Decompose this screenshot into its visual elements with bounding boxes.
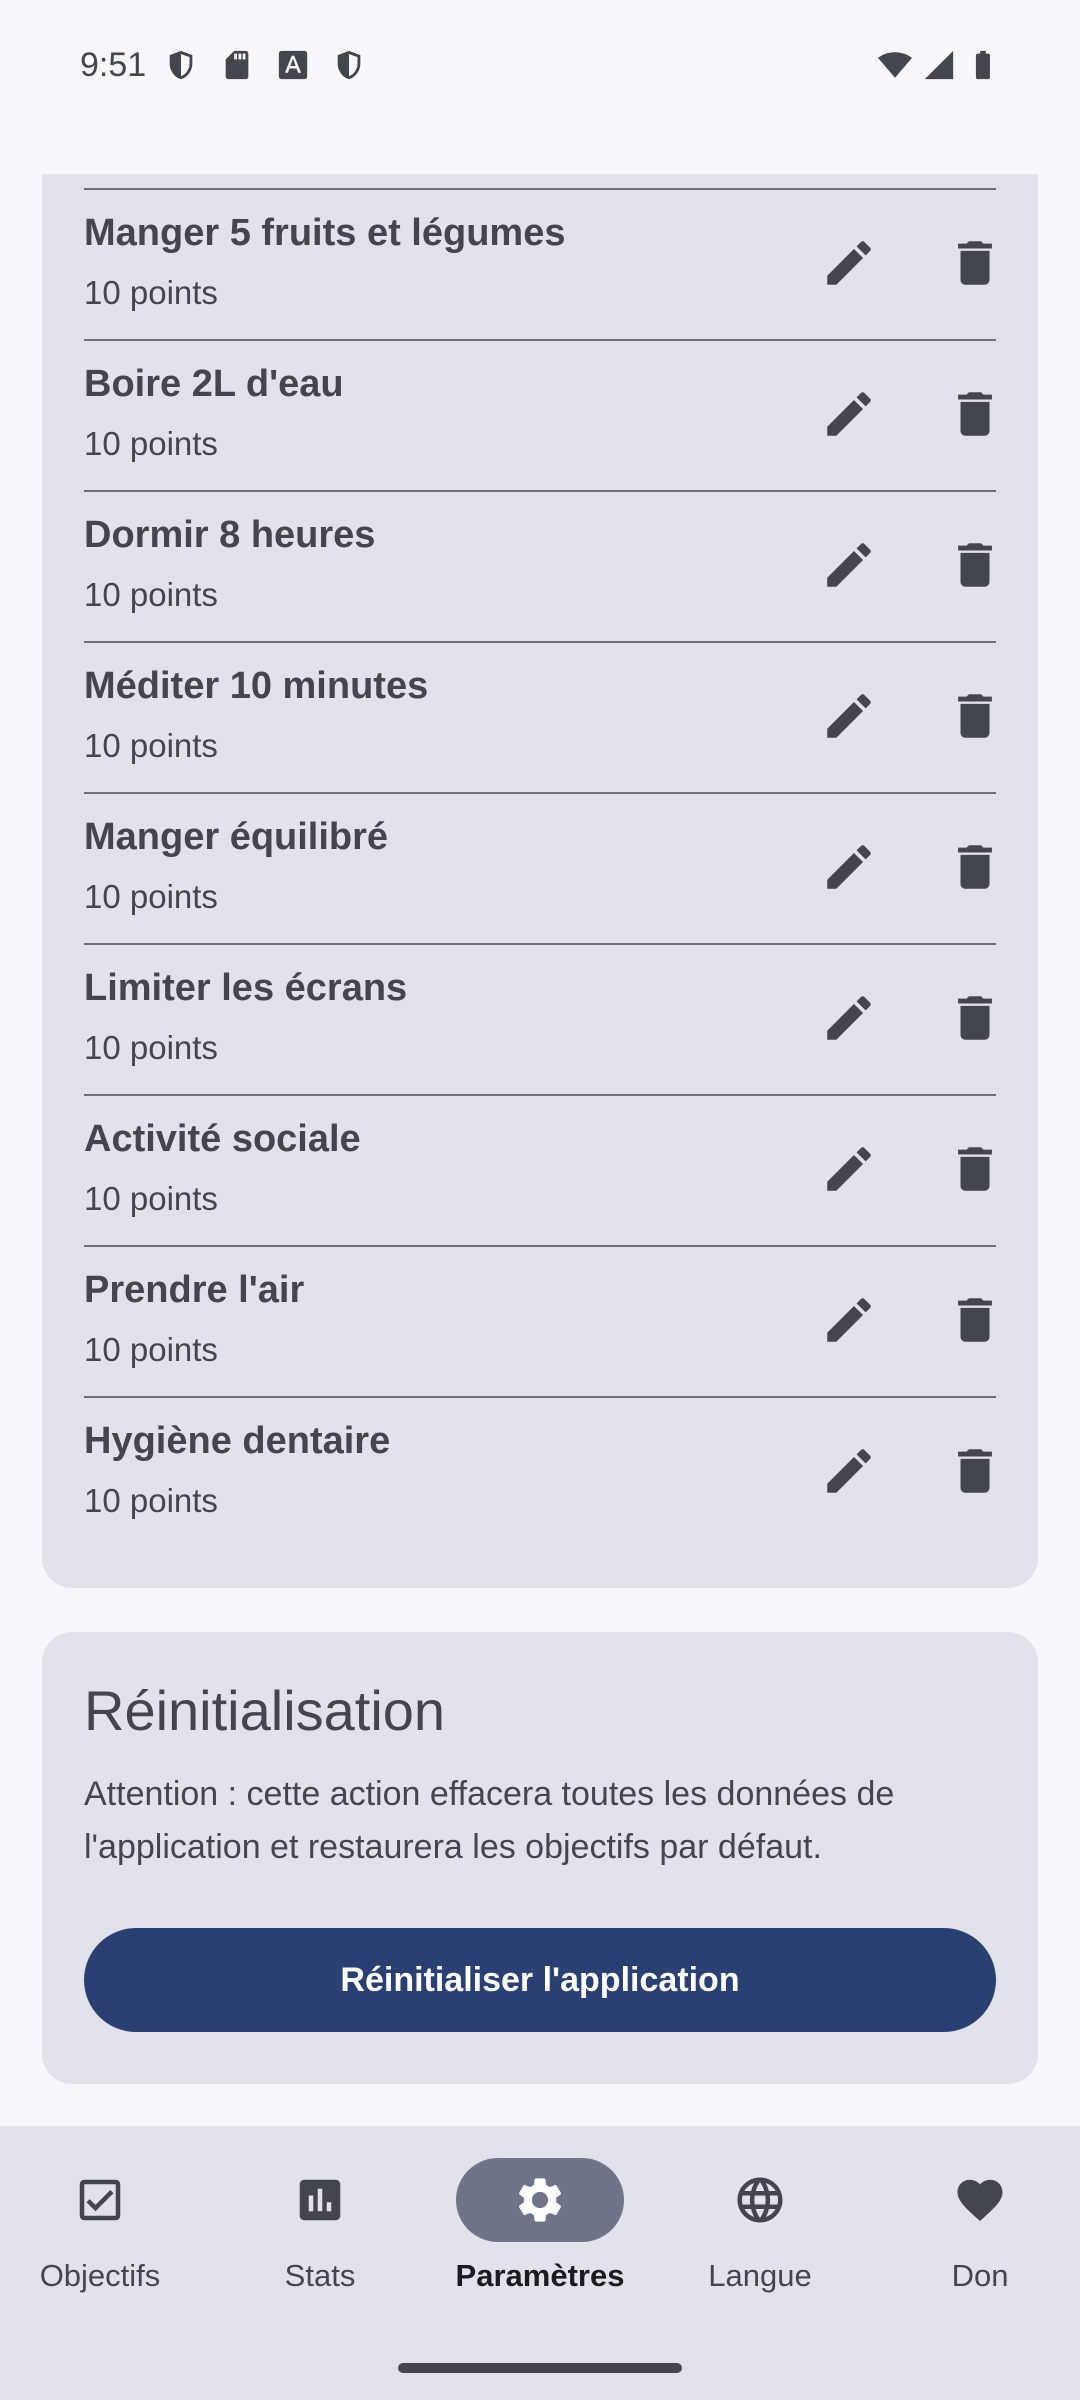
edit-goal-button[interactable] [814,834,884,904]
goal-row: Hygiène dentaire 10 points [84,1396,996,1547]
goal-row: Prendre l'air 10 points [84,1245,996,1396]
goal-row: Limiter les écrans 10 points [84,943,996,1094]
nav-item-don[interactable]: Don [880,2158,1080,2318]
pencil-icon [820,687,878,750]
goal-row: Manger 5 fruits et légumes 10 points [84,188,996,339]
delete-goal-button[interactable] [940,1438,1010,1508]
nav-item-stats[interactable]: Stats [220,2158,420,2318]
battery-icon [966,48,1000,82]
nav-item-objectifs[interactable]: Objectifs [0,2158,200,2318]
trash-icon [946,989,1004,1052]
goal-row: Manger équilibré 10 points [84,792,996,943]
edit-goal-button[interactable] [814,1136,884,1206]
pencil-icon [820,536,878,599]
reset-app-button[interactable]: Réinitialiser l'application [84,1928,996,2032]
trash-icon [946,687,1004,750]
goal-points: 10 points [84,1180,218,1217]
edit-goal-button[interactable] [814,1438,884,1508]
pencil-icon [820,989,878,1052]
trash-icon [946,1442,1004,1505]
nav-label: Stats [284,2258,356,2293]
goal-title: Hygiène dentaire [84,1420,391,1462]
status-icons-right [878,48,1000,82]
goal-points: 10 points [84,425,218,462]
reset-title: Réinitialisation [84,1679,446,1742]
shield-icon [164,48,198,82]
goal-points: 10 points [84,1331,218,1368]
goal-points: 10 points [84,1482,218,1519]
goal-title: Dormir 8 heures [84,514,376,556]
pencil-icon [820,1442,878,1505]
status-icons-left [164,48,366,82]
goal-points: 10 points [84,878,218,915]
goals-card: Manger 5 fruits et légumes 10 points Boire… [42,174,1038,1588]
delete-goal-button[interactable] [940,230,1010,300]
goal-points: 10 points [84,576,218,613]
trash-icon [946,1140,1004,1203]
goal-row: Boire 2L d'eau 10 points [84,339,996,490]
edit-goal-button[interactable] [814,1287,884,1357]
sd-card-icon [220,48,254,82]
edit-goal-button[interactable] [814,532,884,602]
goal-title: Prendre l'air [84,1269,305,1311]
trash-icon [946,536,1004,599]
check-box-icon [16,2158,184,2242]
delete-goal-button[interactable] [940,532,1010,602]
edit-goal-button[interactable] [814,985,884,1055]
nav-label: Paramètres [455,2258,625,2293]
edit-goal-button[interactable] [814,381,884,451]
goal-points: 10 points [84,274,218,311]
goal-row: Activité sociale 10 points [84,1094,996,1245]
edit-goal-button[interactable] [814,683,884,753]
pencil-icon [820,1291,878,1354]
goal-title: Manger équilibré [84,816,389,858]
delete-goal-button[interactable] [940,985,1010,1055]
trash-icon [946,234,1004,297]
pencil-icon [820,234,878,297]
globe-icon [676,2158,844,2242]
nav-item-parametres[interactable]: Paramètres [440,2158,640,2318]
delete-goal-button[interactable] [940,1136,1010,1206]
goal-title: Manger 5 fruits et légumes [84,212,566,254]
trash-icon [946,385,1004,448]
goal-title: Méditer 10 minutes [84,665,429,707]
gesture-bar[interactable] [398,2363,682,2373]
wifi-icon [878,48,912,82]
reset-card: Réinitialisation Attention : cette actio… [42,1632,1038,2084]
goal-points: 10 points [84,1029,218,1066]
pencil-icon [820,838,878,901]
reset-description: Attention : cette action effacera toutes… [84,1775,895,1866]
status-time: 9:51 [80,45,147,84]
signal-icon [922,48,956,82]
goal-row: Dormir 8 heures 10 points [84,490,996,641]
edit-goal-button[interactable] [814,230,884,300]
gear-icon [456,2158,624,2242]
goal-title: Activité sociale [84,1118,361,1160]
font-download-icon [276,48,310,82]
shield-icon [332,48,366,82]
goal-title: Limiter les écrans [84,967,408,1009]
nav-label: Objectifs [39,2258,161,2293]
heart-icon [896,2158,1064,2242]
goal-points: 10 points [84,727,218,764]
bottom-navigation: Objectifs Stats Paramètres Langue Don [0,2126,1080,2400]
pencil-icon [820,1140,878,1203]
trash-icon [946,838,1004,901]
delete-goal-button[interactable] [940,834,1010,904]
nav-item-langue[interactable]: Langue [660,2158,860,2318]
goal-row: Méditer 10 minutes 10 points [84,641,996,792]
delete-goal-button[interactable] [940,381,1010,451]
status-bar: 9:51 [0,0,1080,130]
goal-title: Boire 2L d'eau [84,363,344,405]
trash-icon [946,1291,1004,1354]
nav-label: Don [951,2258,1009,2293]
delete-goal-button[interactable] [940,1287,1010,1357]
bar-chart-icon [236,2158,404,2242]
delete-goal-button[interactable] [940,683,1010,753]
nav-label: Langue [708,2258,812,2293]
pencil-icon [820,385,878,448]
